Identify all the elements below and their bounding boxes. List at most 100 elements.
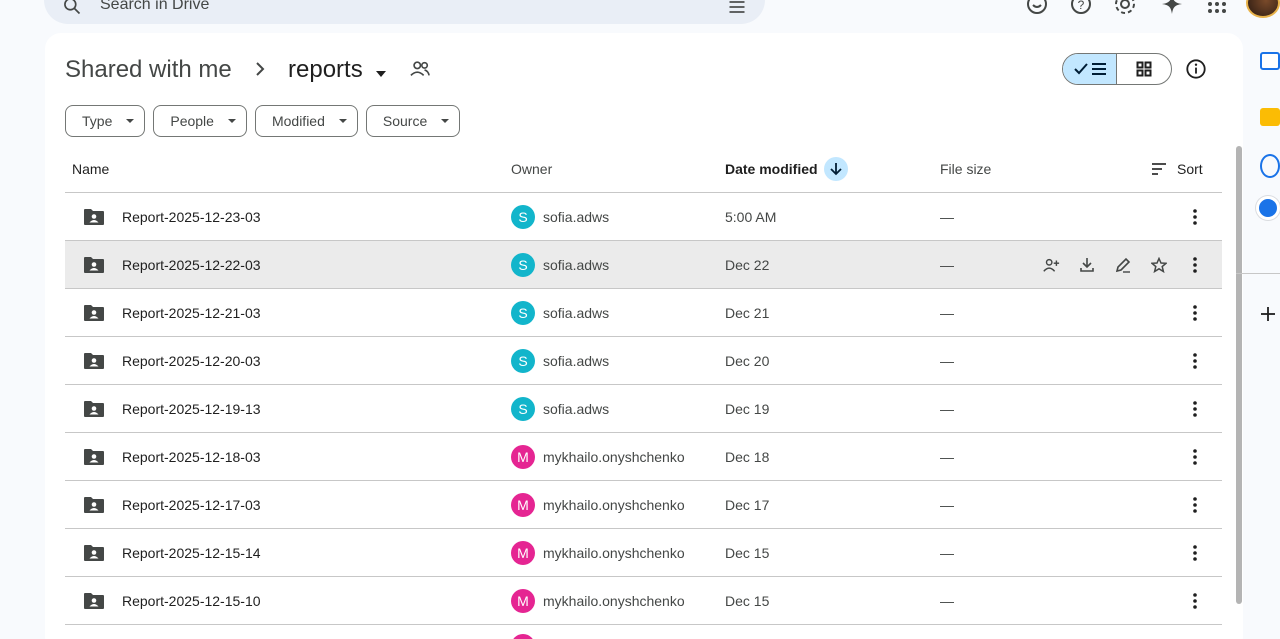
file-size: —	[940, 304, 954, 321]
keep-icon[interactable]	[1260, 108, 1280, 126]
owner-name: sofia.adws	[543, 352, 610, 369]
more-actions-icon[interactable]	[1183, 541, 1207, 565]
column-header-date-label: Date modified	[725, 160, 818, 177]
filter-type-chip[interactable]: Type	[65, 105, 146, 137]
table-row[interactable]: Report-2025-12-17-03 Mmykhailo.onyshchenk…	[65, 481, 1222, 529]
table-row[interactable]: Report-2025-12-23-03 Ssofia.adws 5:00 AM —	[65, 193, 1222, 241]
tasks-icon[interactable]	[1260, 154, 1280, 178]
table-row[interactable]: Report-2025-12-19-13 Ssofia.adws Dec 19 —	[65, 385, 1222, 433]
filter-people-chip[interactable]: People	[153, 105, 247, 137]
folder-menu-caret-icon[interactable]	[375, 65, 387, 83]
calendar-icon[interactable]	[1260, 52, 1280, 70]
file-name[interactable]: Report-2025-12-15-14	[122, 529, 261, 576]
file-name[interactable]: Report-2025-12-17-03	[122, 481, 261, 528]
main-panel: Shared with me reports Type People Modif…	[45, 33, 1243, 639]
status-icon[interactable]	[1025, 0, 1049, 16]
list-view-button[interactable]	[1063, 54, 1118, 84]
owner-avatar: S	[511, 253, 535, 277]
column-header-name[interactable]: Name	[72, 145, 109, 192]
chevron-down-icon	[227, 119, 236, 123]
apps-grid-icon[interactable]	[1205, 0, 1229, 16]
shared-folder-icon	[83, 496, 105, 517]
filter-label: Type	[82, 113, 113, 129]
shared-folder-icon	[83, 208, 105, 229]
star-icon[interactable]	[1147, 253, 1171, 277]
file-size: —	[940, 448, 954, 465]
view-toggle	[1062, 53, 1172, 85]
filter-modified-chip[interactable]: Modified	[254, 105, 358, 137]
check-icon	[1073, 63, 1088, 75]
table-row[interactable]: Report-2025-12-22-03 Ssofia.adws Dec 22 —	[65, 241, 1222, 289]
sort-button[interactable]: Sort	[1151, 145, 1203, 192]
owner-avatar: M	[511, 445, 535, 469]
sort-descending-icon[interactable]	[823, 156, 848, 181]
shared-folder-icon	[83, 400, 105, 421]
more-actions-icon[interactable]	[1183, 205, 1207, 229]
table-row[interactable]: Report-2025-12-21-03 Ssofia.adws Dec 21 —	[65, 289, 1222, 337]
rename-icon[interactable]	[1111, 253, 1135, 277]
date-modified: Dec 18	[725, 448, 770, 465]
shared-folder-icon	[83, 304, 105, 325]
shared-people-icon[interactable]	[409, 59, 431, 84]
date-modified: Dec 17	[725, 496, 770, 513]
file-name[interactable]: Report-2025-12-23-03	[122, 193, 261, 240]
date-modified: Dec 21	[725, 304, 770, 321]
chevron-down-icon	[338, 119, 347, 123]
column-header-date-modified[interactable]: Date modified	[725, 145, 848, 192]
owner-name: mykhailo.onyshchenko	[543, 448, 685, 465]
column-header-file-size: File size	[940, 160, 992, 177]
search-icon[interactable]	[62, 0, 82, 21]
shared-folder-icon	[83, 592, 105, 613]
breadcrumb-current-folder[interactable]: reports	[288, 56, 363, 84]
table-row[interactable]: Report-2025-12-15-14 Mmykhailo.onyshchenk…	[65, 529, 1222, 577]
chevron-down-icon	[441, 119, 450, 123]
file-size: —	[940, 496, 954, 513]
more-actions-icon[interactable]	[1183, 493, 1207, 517]
svg-text:?: ?	[1078, 0, 1085, 12]
file-size: —	[940, 256, 954, 273]
search-input[interactable]: Search in Drive	[100, 0, 209, 14]
file-name[interactable]: Report-2025-12-20-03	[122, 337, 261, 384]
file-size: —	[940, 544, 954, 561]
share-icon[interactable]	[1039, 253, 1063, 277]
search-bar[interactable]: Search in Drive	[44, 0, 765, 24]
shared-folder-icon	[83, 544, 105, 565]
column-header-owner[interactable]: Owner	[511, 145, 552, 192]
file-size: —	[940, 352, 954, 369]
settings-icon[interactable]	[1113, 0, 1137, 16]
table-row[interactable]: Report-2025-12-15-10 Mmykhailo.onyshchenk…	[65, 577, 1222, 625]
more-actions-icon[interactable]	[1183, 445, 1207, 469]
help-icon[interactable]: ?	[1069, 0, 1093, 16]
info-icon[interactable]	[1185, 58, 1207, 85]
file-name[interactable]: Report-2025-12-21-03	[122, 289, 261, 336]
shared-folder-icon	[83, 256, 105, 277]
file-name[interactable]: Report-2025-12-19-13	[122, 385, 261, 432]
date-modified: Dec 22	[725, 256, 770, 273]
filter-source-chip[interactable]: Source	[365, 105, 461, 137]
grid-view-button[interactable]	[1117, 54, 1171, 84]
owner-avatar: S	[511, 397, 535, 421]
file-name[interactable]: Report-2025-12-15-10	[122, 577, 261, 624]
table-row[interactable]: Report-2025-12-20-03 Ssofia.adws Dec 20 —	[65, 337, 1222, 385]
file-name[interactable]: Report-2025-12-18-03	[122, 433, 261, 480]
more-actions-icon[interactable]	[1183, 589, 1207, 613]
file-name[interactable]: Report-2025-12-22-03	[122, 241, 261, 288]
download-icon[interactable]	[1075, 253, 1099, 277]
date-modified: 5:00 AM	[725, 208, 777, 225]
more-actions-icon[interactable]	[1183, 397, 1207, 421]
more-actions-icon[interactable]	[1183, 301, 1207, 325]
contacts-icon[interactable]	[1256, 196, 1280, 220]
gemini-icon[interactable]	[1160, 0, 1184, 16]
scrollbar[interactable]	[1236, 146, 1242, 604]
table-row[interactable]: Report-2025-12-18-03 Mmykhailo.onyshchenk…	[65, 433, 1222, 481]
more-actions-icon[interactable]	[1183, 349, 1207, 373]
date-modified: Dec 20	[725, 352, 770, 369]
more-actions-icon[interactable]	[1183, 253, 1207, 277]
chevron-down-icon	[126, 119, 135, 123]
owner-avatar: M	[511, 493, 535, 517]
add-addon-icon[interactable]	[1260, 306, 1276, 327]
breadcrumb-shared-with-me[interactable]: Shared with me	[65, 56, 232, 84]
file-size: —	[940, 592, 954, 609]
owner-avatar: M	[511, 541, 535, 565]
search-options-icon[interactable]	[727, 0, 747, 22]
